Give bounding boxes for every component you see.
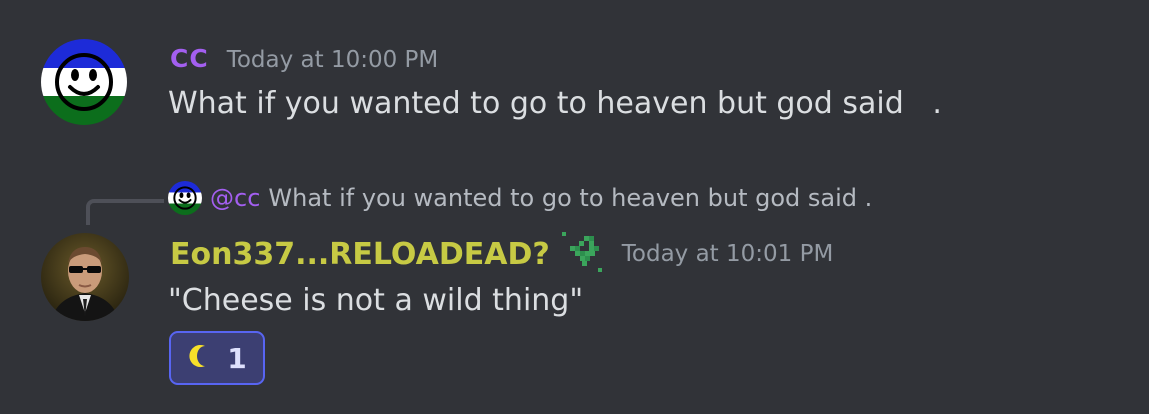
- pixel-sprout-icon[interactable]: [561, 232, 606, 276]
- reply-avatar: [168, 181, 202, 215]
- eon-avatar[interactable]: [41, 233, 129, 321]
- reply-text[interactable]: What if you wanted to go to heaven but g…: [268, 184, 872, 212]
- agent-smith-avatar-icon: [41, 233, 129, 321]
- timestamp[interactable]: Today at 10:01 PM: [622, 241, 834, 267]
- reply-reference[interactable]: @cc What if you wanted to go to heaven b…: [168, 181, 872, 215]
- username[interactable]: CC: [170, 44, 209, 73]
- smiley-flag-avatar-icon: [168, 181, 202, 215]
- cc-avatar[interactable]: [41, 39, 127, 125]
- message-header: CC Today at 10:00 PM: [170, 44, 438, 73]
- message-text: "Cheese is not a wild thing": [168, 283, 584, 318]
- smiley-flag-avatar-icon: [41, 39, 127, 125]
- username[interactable]: Eon337...RELOADEAD?: [170, 237, 550, 272]
- message-text: What if you wanted to go to heaven but g…: [168, 86, 942, 121]
- message-header: Eon337...RELOADEAD? Today at 10:01 PM: [170, 232, 833, 276]
- timestamp[interactable]: Today at 10:00 PM: [227, 47, 439, 73]
- crescent-moon-icon: [187, 343, 213, 373]
- reaction-button[interactable]: 1: [169, 331, 265, 385]
- reply-connector: [86, 199, 164, 225]
- chat-log: CC Today at 10:00 PM What if you wanted …: [0, 0, 1149, 414]
- reaction-count: 1: [227, 341, 247, 375]
- reply-mention[interactable]: @cc: [210, 184, 260, 212]
